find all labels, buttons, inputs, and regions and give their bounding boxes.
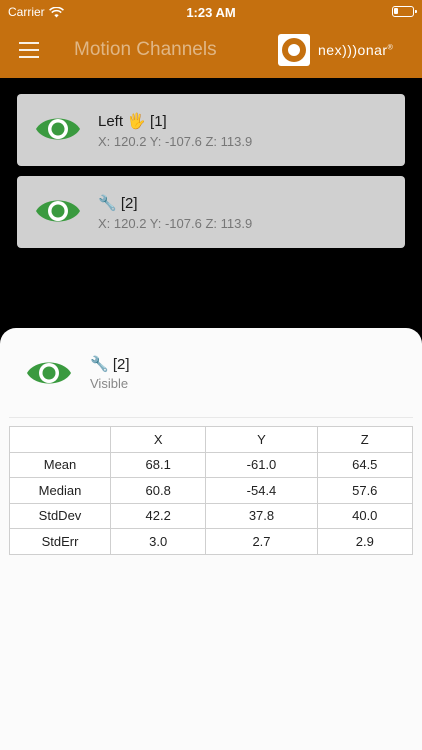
- clock: 1:23 AM: [186, 5, 236, 20]
- logo-text: nex)))onar®: [318, 42, 393, 58]
- table-row: Mean 68.1 -61.0 64.5: [9, 451, 414, 478]
- channel-card-1[interactable]: Left 🖐 [1] X: 120.2 Y: -107.6 Z: 113.9: [17, 94, 405, 166]
- cell-y: -54.4: [205, 477, 318, 504]
- channel-coords: X: 120.2 Y: -107.6 Z: 113.9: [98, 216, 253, 231]
- table-header: X: [109, 426, 207, 453]
- cell-x: 3.0: [109, 528, 207, 555]
- cell-y: 37.8: [205, 502, 318, 529]
- row-label: Mean: [9, 451, 111, 478]
- table-row: StdErr 3.0 2.7 2.9: [9, 528, 414, 555]
- visibility-status: Visible: [90, 376, 129, 391]
- table-header: Z: [316, 426, 414, 453]
- channel-list: Left 🖐 [1] X: 120.2 Y: -107.6 Z: 113.9 🔧…: [0, 78, 422, 328]
- cell-y: 2.7: [205, 528, 318, 555]
- statistics-table: X Y Z Mean 68.1 -61.0 64.5 Median 60.8 -…: [9, 426, 414, 555]
- row-label: Median: [9, 477, 111, 504]
- brand-logo: nex)))onar®: [278, 34, 393, 66]
- channel-coords: X: 120.2 Y: -107.6 Z: 113.9: [98, 134, 253, 149]
- channel-title: 🔧 [2]: [98, 195, 138, 212]
- eye-icon[interactable]: [26, 356, 72, 390]
- status-bar: Carrier 1:23 AM: [0, 0, 422, 24]
- menu-icon[interactable]: [19, 42, 39, 58]
- logo-mark-icon: [278, 34, 310, 66]
- eye-icon[interactable]: [35, 194, 81, 228]
- table-header: Y: [205, 426, 318, 453]
- cell-z: 64.5: [316, 451, 414, 478]
- cell-z: 40.0: [316, 502, 414, 529]
- table-row: Median 60.8 -54.4 57.6: [9, 477, 414, 504]
- cell-y: -61.0: [205, 451, 318, 478]
- battery-icon: [392, 6, 417, 17]
- app-header: Motion Channels nex)))onar®: [0, 24, 422, 78]
- divider: [9, 417, 413, 418]
- cell-z: 57.6: [316, 477, 414, 504]
- logo-trademark: ®: [387, 44, 394, 52]
- row-label: StdDev: [9, 502, 111, 529]
- cell-x: 42.2: [109, 502, 207, 529]
- channel-detail-sheet: 🔧 [2] Visible X Y Z Mean 68.1 -61.0 64.5…: [0, 328, 422, 750]
- detail-title: 🔧 [2]: [90, 356, 130, 373]
- cell-x: 60.8: [109, 477, 207, 504]
- cell-z: 2.9: [316, 528, 414, 555]
- row-label: StdErr: [9, 528, 111, 555]
- page-title: Motion Channels: [74, 39, 217, 60]
- channel-card-2[interactable]: 🔧 [2] X: 120.2 Y: -107.6 Z: 113.9: [17, 176, 405, 248]
- channel-title: Left 🖐 [1]: [98, 113, 167, 130]
- table-header-row: X Y Z: [9, 426, 414, 453]
- eye-icon[interactable]: [35, 112, 81, 146]
- table-header: [9, 426, 111, 453]
- logo-name: nex)))onar: [318, 42, 388, 58]
- table-row: StdDev 42.2 37.8 40.0: [9, 502, 414, 529]
- cell-x: 68.1: [109, 451, 207, 478]
